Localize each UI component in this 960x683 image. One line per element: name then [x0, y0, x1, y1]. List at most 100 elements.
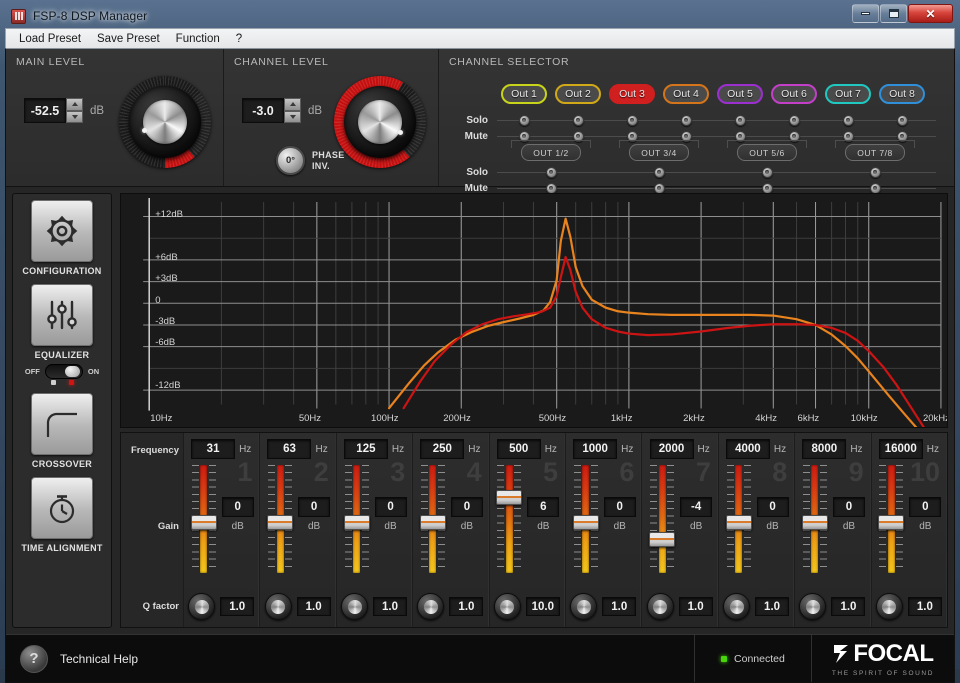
- band-gain-slider-7[interactable]: [647, 465, 677, 573]
- mute-pair-button-2[interactable]: [654, 183, 665, 194]
- band-frequency-input-5[interactable]: 500: [497, 439, 541, 459]
- gain-slider-handle-1[interactable]: [191, 515, 217, 530]
- band-q-input-4[interactable]: 1.0: [449, 597, 483, 616]
- main-level-value[interactable]: -52.5: [24, 98, 66, 123]
- gain-slider-handle-5[interactable]: [496, 490, 522, 505]
- band-gain-slider-3[interactable]: [342, 465, 372, 573]
- band-q-knob-4[interactable]: [417, 593, 444, 620]
- band-q-knob-1[interactable]: [188, 593, 215, 620]
- band-gain-slider-2[interactable]: [265, 465, 295, 573]
- band-gain-input-7[interactable]: -4: [680, 497, 712, 517]
- solo-pair-button-3[interactable]: [762, 167, 773, 178]
- band-q-knob-2[interactable]: [265, 593, 292, 620]
- band-q-input-9[interactable]: 1.0: [831, 597, 865, 616]
- output-button-1[interactable]: Out 1: [501, 84, 547, 104]
- band-q-input-6[interactable]: 1.0: [602, 597, 636, 616]
- band-frequency-input-2[interactable]: 63: [267, 439, 311, 459]
- band-q-knob-8[interactable]: [723, 593, 750, 620]
- gain-slider-handle-4[interactable]: [420, 515, 446, 530]
- band-gain-input-4[interactable]: 0: [451, 497, 483, 517]
- band-frequency-input-4[interactable]: 250: [420, 439, 464, 459]
- menu-item-help[interactable]: ?: [229, 31, 249, 47]
- band-gain-slider-10[interactable]: [876, 465, 906, 573]
- channel-level-field[interactable]: -3.0 dB: [242, 98, 322, 123]
- gain-slider-handle-9[interactable]: [802, 515, 828, 530]
- band-q-knob-5[interactable]: [494, 593, 521, 620]
- band-gain-slider-9[interactable]: [800, 465, 830, 573]
- band-q-input-8[interactable]: 1.0: [755, 597, 789, 616]
- band-q-input-7[interactable]: 1.0: [679, 597, 713, 616]
- menu-item-load-preset[interactable]: Load Preset: [12, 31, 88, 47]
- maximize-button[interactable]: [880, 4, 907, 23]
- main-level-increment[interactable]: [66, 98, 83, 111]
- band-q-knob-3[interactable]: [341, 593, 368, 620]
- main-level-spinner[interactable]: [66, 98, 83, 123]
- band-frequency-input-10[interactable]: 16000: [879, 439, 923, 459]
- band-q-input-5[interactable]: 10.0: [526, 597, 560, 616]
- technical-help-link[interactable]: Technical Help: [60, 652, 138, 666]
- solo-button-4[interactable]: [681, 115, 692, 126]
- channel-level-decrement[interactable]: [284, 111, 301, 124]
- sidebar-item-time-alignment[interactable]: TIME ALIGNMENT: [21, 477, 102, 559]
- band-gain-input-5[interactable]: 6: [527, 497, 559, 517]
- output-button-5[interactable]: Out 5: [717, 84, 763, 104]
- main-level-decrement[interactable]: [66, 111, 83, 124]
- band-gain-input-6[interactable]: 0: [604, 497, 636, 517]
- mute-pair-button-4[interactable]: [870, 183, 881, 194]
- band-gain-input-2[interactable]: 0: [298, 497, 330, 517]
- band-q-input-1[interactable]: 1.0: [220, 597, 254, 616]
- channel-level-value[interactable]: -3.0: [242, 98, 284, 123]
- gain-slider-handle-10[interactable]: [878, 515, 904, 530]
- gain-slider-handle-2[interactable]: [267, 515, 293, 530]
- mute-pair-button-3[interactable]: [762, 183, 773, 194]
- main-level-field[interactable]: -52.5 dB: [24, 98, 104, 123]
- band-frequency-input-1[interactable]: 31: [191, 439, 235, 459]
- gain-slider-handle-6[interactable]: [573, 515, 599, 530]
- band-gain-input-3[interactable]: 0: [375, 497, 407, 517]
- sidebar-item-configuration[interactable]: CONFIGURATION: [22, 200, 101, 282]
- sidebar-item-crossover[interactable]: CROSSOVER: [31, 393, 93, 475]
- band-q-knob-10[interactable]: [876, 593, 903, 620]
- band-q-knob-6[interactable]: [570, 593, 597, 620]
- eq-response-graph[interactable]: +12dB+6dB+3dB0-3dB-6dB-12dB 10Hz50Hz100H…: [120, 193, 948, 428]
- band-frequency-input-9[interactable]: 8000: [802, 439, 846, 459]
- band-gain-slider-4[interactable]: [418, 465, 448, 573]
- band-frequency-input-8[interactable]: 4000: [726, 439, 770, 459]
- solo-button-3[interactable]: [627, 115, 638, 126]
- band-q-knob-7[interactable]: [647, 593, 674, 620]
- menu-item-save-preset[interactable]: Save Preset: [90, 31, 167, 47]
- gain-slider-handle-3[interactable]: [344, 515, 370, 530]
- solo-button-2[interactable]: [573, 115, 584, 126]
- band-gain-slider-8[interactable]: [724, 465, 754, 573]
- band-gain-slider-1[interactable]: [189, 465, 219, 573]
- minimize-button[interactable]: [852, 4, 879, 23]
- band-gain-slider-5[interactable]: [494, 465, 524, 573]
- output-button-4[interactable]: Out 4: [663, 84, 709, 104]
- question-mark-icon[interactable]: ?: [20, 645, 48, 673]
- band-gain-input-10[interactable]: 0: [909, 497, 941, 517]
- close-button[interactable]: ✕: [908, 4, 953, 23]
- band-q-input-2[interactable]: 1.0: [297, 597, 331, 616]
- toggle-switch[interactable]: [45, 364, 83, 379]
- channel-level-increment[interactable]: [284, 98, 301, 111]
- equalizer-power-toggle[interactable]: OFF ON: [25, 364, 99, 379]
- solo-button-6[interactable]: [789, 115, 800, 126]
- output-button-2[interactable]: Out 2: [555, 84, 601, 104]
- output-button-6[interactable]: Out 6: [771, 84, 817, 104]
- band-gain-input-9[interactable]: 0: [833, 497, 865, 517]
- band-gain-slider-6[interactable]: [571, 465, 601, 573]
- solo-button-5[interactable]: [735, 115, 746, 126]
- channel-level-knob[interactable]: [334, 76, 426, 168]
- phase-invert-button[interactable]: 0°: [276, 146, 305, 175]
- output-button-3[interactable]: Out 3: [609, 84, 655, 104]
- main-level-knob[interactable]: [119, 76, 211, 168]
- gain-slider-handle-7[interactable]: [649, 532, 675, 547]
- band-q-knob-9[interactable]: [799, 593, 826, 620]
- gain-slider-handle-8[interactable]: [726, 515, 752, 530]
- band-frequency-input-6[interactable]: 1000: [573, 439, 617, 459]
- output-button-8[interactable]: Out 8: [879, 84, 925, 104]
- mute-pair-button-1[interactable]: [546, 183, 557, 194]
- band-q-input-3[interactable]: 1.0: [373, 597, 407, 616]
- output-button-7[interactable]: Out 7: [825, 84, 871, 104]
- menu-item-function[interactable]: Function: [169, 31, 227, 47]
